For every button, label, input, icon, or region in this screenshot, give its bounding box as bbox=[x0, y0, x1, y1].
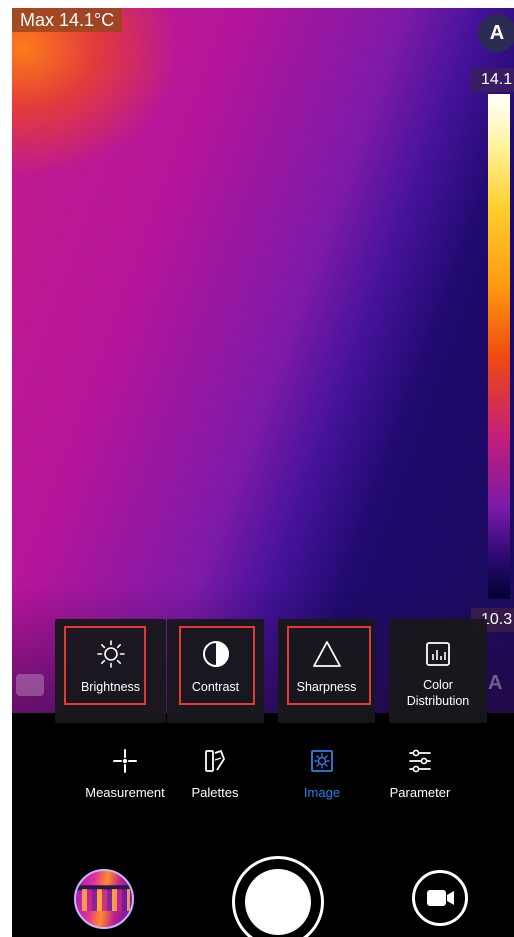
faded-auto-icon: A bbox=[488, 672, 503, 694]
gallery-thumbnail[interactable] bbox=[74, 869, 134, 929]
capture-button[interactable] bbox=[232, 856, 324, 937]
thermal-image-view[interactable] bbox=[12, 8, 514, 713]
contrast-label: Contrast bbox=[191, 680, 240, 694]
tab-measurement-label: Measurement bbox=[85, 785, 165, 800]
max-temperature-label: Max 14.1°C bbox=[12, 8, 123, 32]
brightness-option[interactable]: Brightness bbox=[55, 619, 166, 723]
tab-palettes-label: Palettes bbox=[191, 785, 239, 800]
crosshair-icon bbox=[113, 749, 137, 773]
contrast-option[interactable]: Contrast bbox=[167, 619, 264, 723]
sliders-icon bbox=[409, 749, 431, 773]
faded-icon bbox=[16, 674, 44, 696]
contrast-icon bbox=[202, 641, 229, 667]
brightness-icon bbox=[96, 640, 125, 668]
app-screen: Max 14.1°C A 14.1 10.3 A Brightness Cont… bbox=[12, 8, 514, 937]
sharpness-label: Sharpness bbox=[296, 680, 357, 694]
thumbnail-image bbox=[82, 889, 130, 911]
tab-palettes[interactable]: Palettes bbox=[180, 748, 250, 800]
palettes-icon bbox=[205, 750, 225, 772]
video-record-button[interactable] bbox=[412, 870, 468, 926]
tab-parameter-label: Parameter bbox=[389, 785, 451, 800]
sharpness-option[interactable]: Sharpness bbox=[278, 619, 375, 723]
color-distribution-icon bbox=[426, 642, 450, 666]
scale-max-value: 14.1 bbox=[471, 68, 514, 92]
image-settings-icon bbox=[311, 750, 333, 772]
tab-image-label: Image bbox=[303, 785, 341, 800]
sharpness-icon bbox=[312, 641, 341, 667]
auto-range-button[interactable]: A bbox=[478, 14, 514, 52]
video-camera-icon bbox=[427, 890, 454, 906]
capture-button-inner bbox=[245, 869, 311, 935]
bottom-tab-bar: Measurement Palettes Image Parameter bbox=[12, 748, 514, 818]
color-distribution-option[interactable]: Color Distribution bbox=[389, 619, 487, 723]
tab-measurement[interactable]: Measurement bbox=[80, 748, 170, 800]
tab-parameter[interactable]: Parameter bbox=[380, 748, 460, 800]
tab-image[interactable]: Image bbox=[287, 748, 357, 800]
brightness-label: Brightness bbox=[80, 680, 141, 694]
temperature-color-scale bbox=[488, 94, 510, 599]
color-distribution-label: Color Distribution bbox=[406, 678, 470, 708]
